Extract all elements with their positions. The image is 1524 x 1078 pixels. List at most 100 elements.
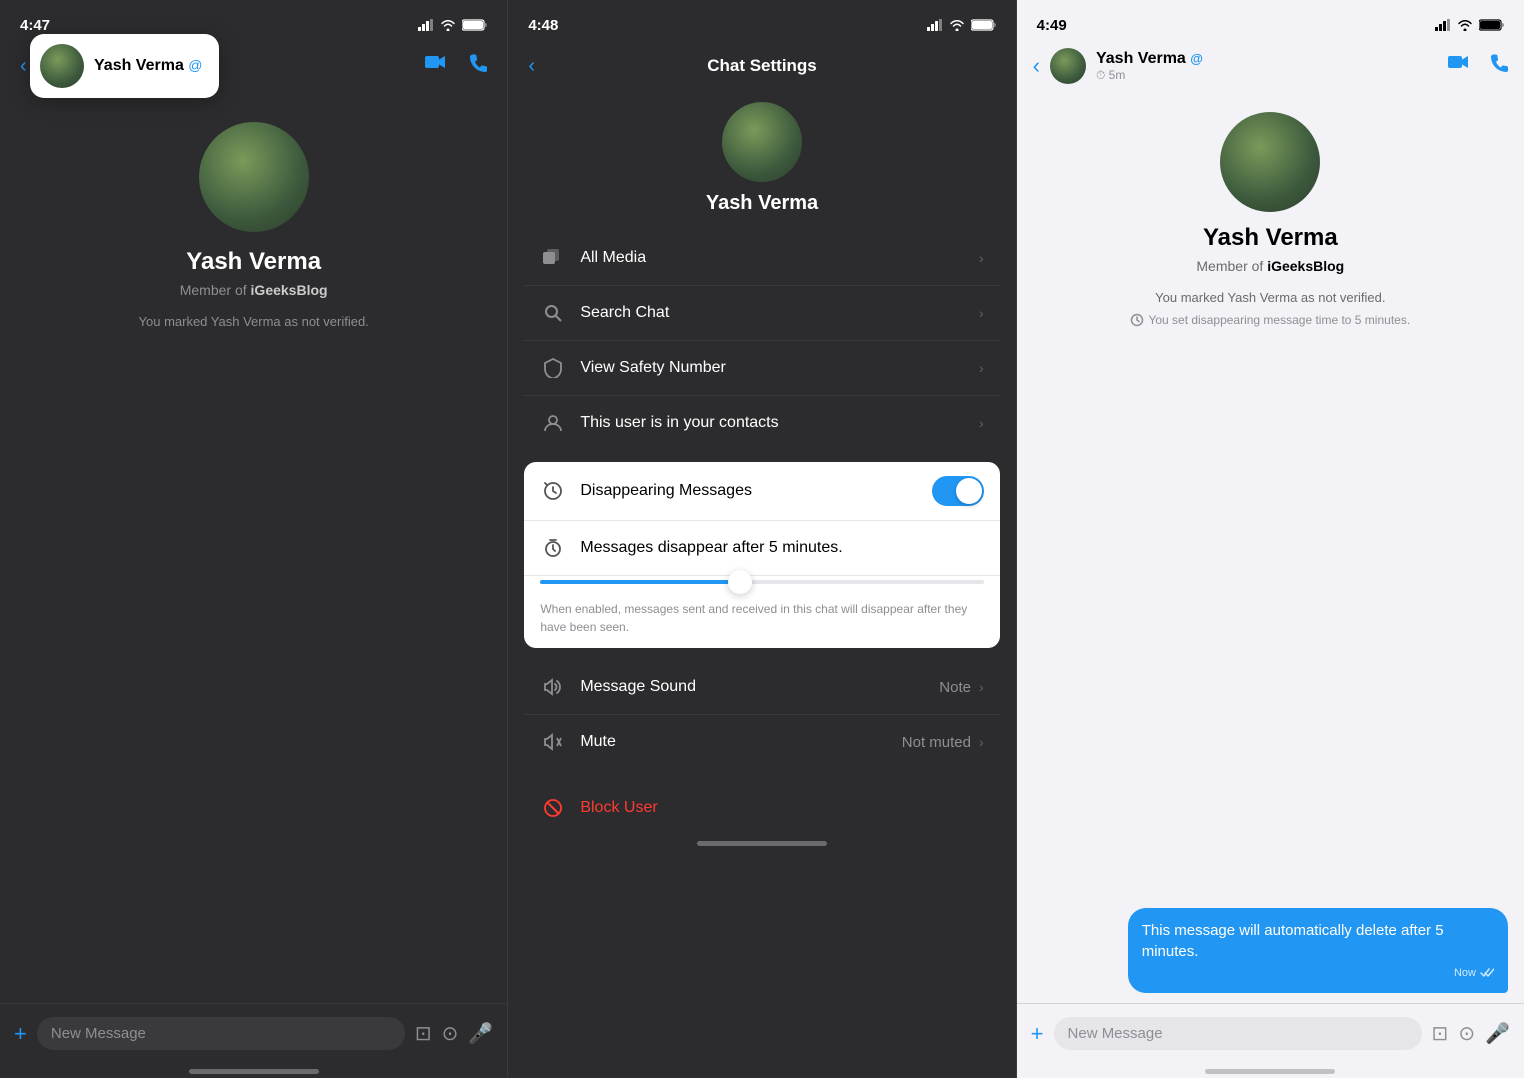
block-label: Block User	[580, 799, 657, 817]
settings-menu: All Media › Search Chat › View Safety Nu…	[524, 231, 999, 450]
media-icon	[540, 245, 566, 271]
menu-item-search-chat[interactable]: Search Chat ›	[524, 286, 999, 341]
chevron-sound: ›	[979, 679, 984, 695]
menu-item-sound[interactable]: Message Sound Note ›	[524, 660, 999, 715]
chat-verified-status: You marked Yash Verma as not verified.	[1155, 290, 1385, 305]
menu-item-safety-number[interactable]: View Safety Number ›	[524, 341, 999, 396]
status-icons-1	[418, 19, 487, 31]
chevron-media: ›	[979, 250, 984, 266]
camera-icon-3[interactable]: ⊙	[1458, 1021, 1475, 1046]
wifi-icon-1	[440, 19, 456, 31]
settings-nav: ‹ Chat Settings	[508, 44, 1015, 92]
call-button-1[interactable]	[467, 53, 487, 79]
message-bar-1: + New Message ⊡ ⊙ 🎤	[0, 1003, 507, 1063]
bubble-meta: Now	[1142, 966, 1494, 981]
disappearing-section: Disappearing Messages Messages disappear…	[524, 462, 999, 648]
back-button-2[interactable]: ‹	[528, 55, 535, 78]
bubble-sent-1: This message will automatically delete a…	[1128, 908, 1508, 993]
search-chat-label: Search Chat	[580, 304, 979, 322]
call-button-3[interactable]	[1488, 53, 1508, 79]
plus-icon-1[interactable]: +	[14, 1021, 27, 1047]
settings-profile: Yash Verma	[508, 92, 1015, 231]
sound-icon	[540, 674, 566, 700]
video-call-button-3[interactable]	[1448, 53, 1470, 79]
battery-icon-3	[1479, 19, 1504, 31]
safety-number-label: View Safety Number	[580, 359, 979, 377]
mute-icon	[540, 729, 566, 755]
video-call-button-1[interactable]	[425, 53, 447, 79]
block-icon	[540, 795, 566, 821]
shield-icon	[540, 355, 566, 381]
toggle-knob	[956, 478, 982, 504]
mic-icon-3[interactable]: 🎤	[1485, 1021, 1510, 1046]
signal-icon-2	[927, 19, 943, 31]
sticker-icon-3[interactable]: ⊡	[1432, 1021, 1449, 1046]
chat-profile-member: Member of iGeeksBlog	[1196, 258, 1344, 274]
tooltip-verified: @	[188, 57, 202, 73]
chevron-search: ›	[979, 305, 984, 321]
menu-item-contacts[interactable]: This user is in your contacts ›	[524, 396, 999, 450]
home-indicator-1	[189, 1069, 319, 1074]
contacts-label: This user is in your contacts	[580, 414, 979, 432]
phone-1: 4:47 Yash Verma @ ‹	[0, 0, 507, 1078]
status-bar-3: 4:49	[1017, 0, 1524, 44]
menu-item-mute[interactable]: Mute Not muted ›	[524, 715, 999, 769]
home-indicator-2	[697, 841, 827, 846]
chat-nav-avatar[interactable]	[1050, 48, 1086, 84]
name-tooltip[interactable]: Yash Verma @	[30, 34, 219, 98]
slider-fill	[540, 580, 739, 584]
tooltip-avatar	[40, 44, 84, 88]
chat-user-status: ⏱ 5m	[1096, 68, 1203, 83]
nav-icons-right-1	[425, 53, 487, 79]
member-text-1: Member of iGeeksBlog	[180, 282, 328, 298]
wifi-icon-3	[1457, 19, 1473, 31]
wifi-icon-2	[949, 19, 965, 31]
chat-profile-avatar	[1220, 112, 1320, 212]
back-button-3[interactable]: ‹	[1033, 53, 1040, 79]
disappearing-toggle[interactable]	[932, 476, 984, 506]
mute-label: Mute	[580, 733, 901, 751]
slider-container[interactable]	[524, 576, 999, 592]
all-media-label: All Media	[580, 249, 979, 267]
phone-3: 4:49 ‹ Yash Verma @ ⏱ 5m	[1017, 0, 1524, 1078]
tooltip-name: Yash Verma	[94, 57, 184, 74]
chevron-mute: ›	[979, 734, 984, 750]
mic-icon-1[interactable]: 🎤	[468, 1021, 493, 1046]
settings-avatar	[722, 102, 802, 182]
phone-2: 4:48 ‹ Chat Settings Yash Verma All Medi…	[507, 0, 1016, 1078]
phone1-content: Yash Verma Member of iGeeksBlog You mark…	[0, 92, 507, 1003]
status-time-2: 4:48	[528, 17, 558, 34]
messages-area: This message will automatically delete a…	[1017, 327, 1524, 1003]
battery-icon-2	[971, 19, 996, 31]
verified-text-1: You marked Yash Verma as not verified.	[139, 314, 369, 329]
disappearing-system-msg: You set disappearing message time to 5 m…	[1130, 313, 1410, 327]
chat-nav: ‹ Yash Verma @ ⏱ 5m	[1017, 44, 1524, 92]
message-bar-3: + New Message ⊡ ⊙ 🎤	[1017, 1003, 1524, 1063]
back-button-1[interactable]: ‹	[20, 55, 27, 78]
home-indicator-3	[1205, 1069, 1335, 1074]
signal-icon-3	[1435, 19, 1451, 31]
status-icons-2	[927, 19, 996, 31]
status-bar-2: 4:48	[508, 0, 1015, 44]
settings-bottom-menu: Message Sound Note › Mute Not muted ›	[524, 660, 999, 769]
disappearing-toggle-item[interactable]: Disappearing Messages	[524, 462, 999, 521]
camera-icon-1[interactable]: ⊙	[442, 1021, 459, 1046]
menu-item-all-media[interactable]: All Media ›	[524, 231, 999, 286]
message-input-1[interactable]: New Message	[37, 1017, 405, 1050]
sound-value: Note	[939, 679, 971, 696]
sound-label: Message Sound	[580, 678, 939, 696]
block-user-item[interactable]: Block User	[524, 781, 999, 835]
status-time-3: 4:49	[1037, 17, 1067, 34]
chevron-safety: ›	[979, 360, 984, 376]
plus-icon-3[interactable]: +	[1031, 1021, 1044, 1047]
sticker-icon-1[interactable]: ⊡	[415, 1021, 432, 1046]
chevron-contacts: ›	[979, 415, 984, 431]
mute-value: Not muted	[902, 734, 971, 751]
chat-nav-icons	[1448, 53, 1508, 79]
disappearing-icon	[540, 478, 566, 504]
timer-icon	[540, 535, 566, 561]
status-time-1: 4:47	[20, 17, 50, 34]
message-input-3[interactable]: New Message	[1054, 1017, 1422, 1050]
chat-user-info: Yash Verma @ ⏱ 5m	[1096, 50, 1438, 83]
slider-thumb[interactable]	[728, 570, 752, 594]
